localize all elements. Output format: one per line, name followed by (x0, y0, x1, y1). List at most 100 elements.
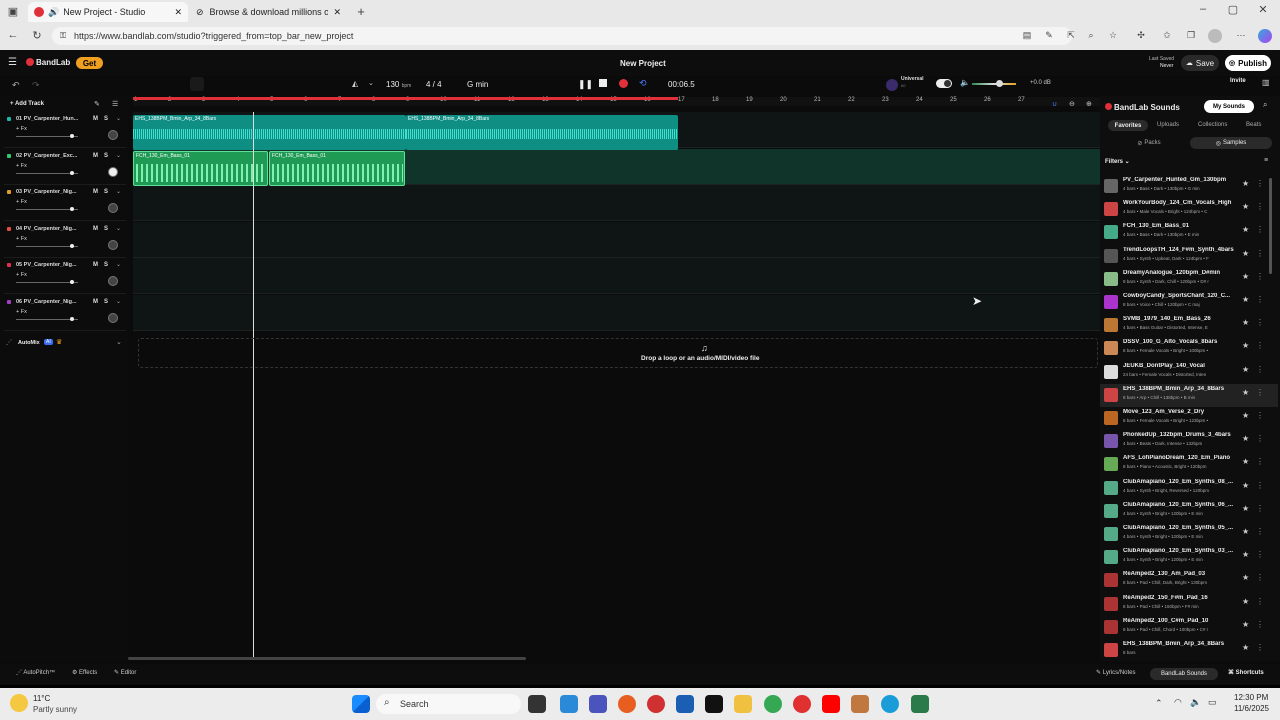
volume-icon[interactable]: 🔈 (960, 78, 970, 87)
track-settings-icon[interactable]: ☰ (112, 100, 118, 108)
master-volume-knob[interactable] (996, 80, 1003, 87)
sound-thumbnail[interactable] (1104, 179, 1118, 193)
volume-knob[interactable] (70, 170, 74, 175)
star-icon[interactable]: ★ (1242, 457, 1249, 466)
samples-toggle[interactable]: ◎ Samples (1190, 137, 1272, 149)
add-fx-button[interactable]: + Fx (16, 163, 27, 169)
track-header[interactable]: 05 PV_Carpenter_Nig... + Fx M S ⌄ (4, 258, 126, 294)
track-name[interactable]: 03 PV_Carpenter_Nig... (16, 189, 77, 195)
sound-item[interactable]: WorkYourBody_124_Cm_Vocals_High 4 bars • … (1100, 198, 1278, 221)
star-icon[interactable]: ★ (1242, 481, 1249, 490)
zoom-icon[interactable]: ⌕ (1084, 30, 1098, 41)
sound-thumbnail[interactable] (1104, 457, 1118, 472)
tab-favorites[interactable]: Favorites (1108, 120, 1148, 131)
volume-knob[interactable] (70, 134, 74, 138)
star-icon[interactable]: ★ (1242, 179, 1249, 188)
tab-actions-icon[interactable]: ▣ (6, 5, 20, 18)
redo-icon[interactable]: ↷ (32, 80, 40, 91)
sounds-scrollbar[interactable] (1269, 178, 1272, 274)
clock-date[interactable]: 11/6/2025 (1234, 704, 1269, 713)
sound-thumbnail[interactable] (1104, 573, 1118, 588)
magic-wand-icon[interactable]: ✎ (94, 100, 100, 108)
track-name[interactable]: 02 PV_Carpenter_Exc... (16, 153, 77, 159)
file-explorer-icon[interactable] (734, 695, 752, 713)
solo-button[interactable]: S (104, 189, 108, 195)
tempo-field[interactable]: 130 bpm (386, 80, 411, 89)
side-panel-icon[interactable]: ▥ (1262, 78, 1270, 87)
mute-button[interactable]: M (93, 189, 98, 195)
pan-knob[interactable] (108, 239, 118, 250)
bandlab-sounds-button[interactable]: BandLab Sounds (1150, 668, 1218, 680)
tab-uploads[interactable]: Uploads (1157, 122, 1179, 128)
sound-thumbnail[interactable] (1104, 248, 1118, 263)
star-icon[interactable]: ★ (1242, 295, 1249, 304)
time-signature[interactable]: 4 / 4 (426, 80, 442, 89)
clock-time[interactable]: 12:30 PM (1234, 693, 1268, 702)
app-icon[interactable] (851, 695, 869, 713)
sound-item[interactable]: AFS_LofiPianoDream_120_Em_Piano 8 bars • … (1100, 453, 1278, 476)
hamburger-icon[interactable]: ☰ (8, 57, 17, 68)
loop-icon[interactable]: ⟲ (639, 78, 647, 89)
tab-beats[interactable]: Beats (1246, 122, 1261, 128)
address-bar[interactable]: ⚿ https://www.bandlab.com/studio?trigger… (52, 27, 1072, 45)
sound-item[interactable]: EHS_138BPM_Bmin_Arp_34_8Bars 8 bars • Arp… (1100, 383, 1278, 407)
sound-thumbnail[interactable] (1104, 295, 1118, 309)
mute-button[interactable]: M (93, 153, 98, 159)
sound-item[interactable]: ClubAmapiano_120_Em_Synths_08_... 4 bars … (1100, 477, 1278, 500)
solo-button[interactable]: S (104, 153, 108, 159)
star-icon[interactable]: ★ (1242, 573, 1249, 582)
sound-item[interactable]: ClubAmapiano_120_Em_Synths_06_... 4 bars … (1100, 500, 1278, 523)
save-button[interactable]: ☁ Save (1181, 55, 1219, 71)
sound-item[interactable]: PV_Carpenter_Hunted_Gm_130bpm 4 bars • Ba… (1100, 175, 1278, 198)
autopitch-button[interactable]: ⋰ AutoPitch™ (16, 669, 55, 676)
sound-item[interactable]: CowboyCandy_SportsChant_120_C... 8 bars •… (1100, 291, 1278, 314)
profile-avatar[interactable] (1208, 29, 1222, 43)
volume-slider[interactable] (16, 172, 78, 174)
star-icon[interactable]: ★ (1242, 597, 1249, 606)
master-volume-slider[interactable] (972, 83, 1016, 85)
pan-knob[interactable] (108, 312, 118, 323)
minimize-icon[interactable]: – (1196, 3, 1210, 15)
more-icon[interactable]: ⋮ (1256, 202, 1264, 211)
more-icon[interactable]: ⋮ (1256, 295, 1264, 304)
star-icon[interactable]: ★ (1242, 527, 1249, 536)
pan-knob[interactable] (108, 130, 118, 140)
sound-item[interactable]: JEUKB_DontPlay_140_Vocal 24 bars • Female… (1100, 361, 1278, 384)
track-lane[interactable] (133, 185, 1100, 221)
solo-button[interactable]: S (104, 299, 108, 305)
edit-icon[interactable]: ✎ (1042, 30, 1056, 41)
more-icon[interactable]: ⋮ (1256, 434, 1264, 443)
search-icon[interactable]: ⌕ (1263, 100, 1267, 110)
solo-button[interactable]: S (104, 262, 108, 268)
pause-icon[interactable]: ❚❚ (578, 79, 593, 90)
wifi-icon[interactable]: ◠ (1174, 697, 1182, 708)
stop-icon[interactable] (599, 79, 607, 87)
loop-region-bar[interactable] (133, 97, 678, 100)
star-icon[interactable]: ★ (1242, 434, 1249, 443)
track-header[interactable]: 02 PV_Carpenter_Exc... + Fx M S ⌄ (4, 149, 126, 185)
window-close-icon[interactable]: ✕ (1256, 3, 1270, 16)
sound-thumbnail[interactable] (1104, 364, 1118, 379)
star-icon[interactable]: ★ (1242, 272, 1249, 281)
more-icon[interactable]: ⋮ (1256, 597, 1264, 606)
my-sounds-button[interactable]: My Sounds (1204, 100, 1254, 113)
metronome-icon[interactable]: ◭ (352, 79, 358, 88)
track-name[interactable]: 05 PV_Carpenter_Nig... (16, 262, 77, 268)
tiktok-icon[interactable] (705, 695, 723, 713)
universal-toggle[interactable] (936, 79, 952, 88)
copilot-icon[interactable] (1258, 29, 1272, 43)
voice-avatar[interactable] (886, 79, 898, 91)
sound-thumbnail[interactable] (1104, 387, 1118, 402)
sound-thumbnail[interactable] (1104, 434, 1118, 449)
add-fx-button[interactable]: + Fx (16, 236, 27, 242)
sound-item[interactable]: DreamyAnalogue_120bpm_D#min 9 bars • Synt… (1100, 268, 1278, 291)
sort-icon[interactable]: ≡ (1264, 157, 1268, 164)
tray-chevron-icon[interactable]: ⌃ (1155, 698, 1163, 709)
app-icon[interactable] (618, 695, 636, 713)
sound-item[interactable]: ClubAmapiano_120_Em_Synths_03_... 4 bars … (1100, 546, 1278, 569)
more-icon[interactable]: ⋮ (1256, 504, 1264, 513)
more-icon[interactable]: ⋮ (1256, 457, 1264, 466)
task-view-icon[interactable] (528, 695, 546, 713)
sound-thumbnail[interactable] (1104, 643, 1118, 657)
track-lane[interactable] (133, 294, 1100, 331)
